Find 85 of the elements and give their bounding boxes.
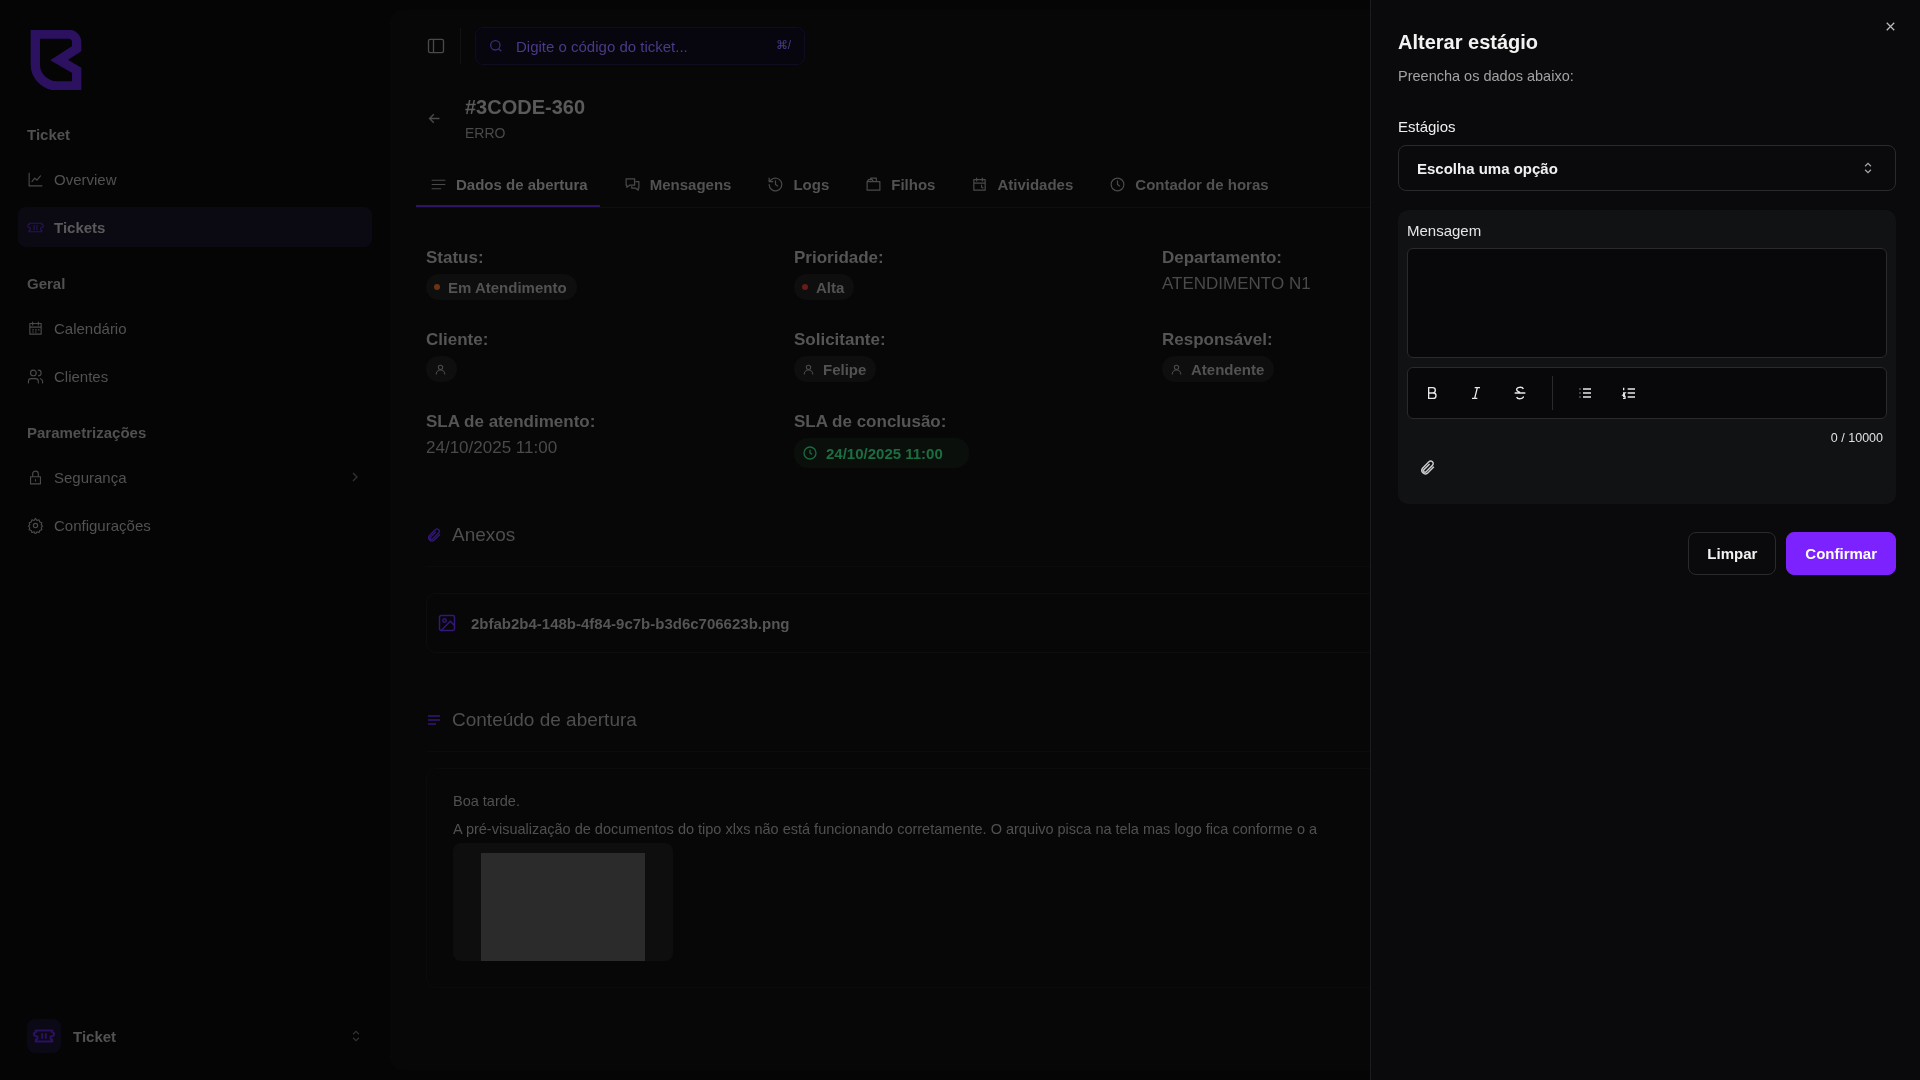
nav-item[interactable]: Tickets [18,207,372,247]
person-icon [802,362,815,376]
nav-label: Configurações [54,516,151,534]
sheet-title: Alterar estágio [1398,31,1540,54]
chart-line-icon [27,170,44,188]
tab-label: Mensagens [649,175,732,193]
nav-item[interactable]: Clientes [18,356,372,396]
ticket-icon [27,1019,61,1053]
field-label: Departamento: [1162,248,1283,268]
ticket-type: ERRO [465,125,507,141]
shortcut-hint: ⌘/ [775,38,791,52]
search-icon [488,38,504,54]
nav-label: Tickets [54,218,106,236]
character-counter: 0 / 10000 [1829,431,1884,445]
field-value: ATENDIMENTO N1 [1162,274,1312,294]
tab[interactable]: Contador de horas [1095,163,1281,207]
stage-select[interactable]: Escolha uma opção [1398,145,1896,191]
message-field[interactable] [1407,248,1887,358]
field-label: SLA de conclusão: [794,412,948,432]
chat-bubbles-icon [623,175,641,193]
field-label: Status: [426,248,485,268]
field-label: Prioridade: [794,248,885,268]
strikethrough-icon[interactable] [1512,385,1528,401]
field-label: Mensagem [1407,222,1483,239]
workspace-switcher[interactable]: Ticket [18,1016,372,1056]
section-title: Parametrizações [26,424,148,441]
deadline-badge: 24/10/2025 11:00 [794,438,969,468]
screenshot-thumbnail[interactable] [453,843,673,961]
person-chip: Felipe [794,356,877,382]
lock-icon [27,468,44,486]
nav-label: Calendário [54,319,127,337]
sidebar-toggle-icon[interactable] [426,36,446,56]
folder-icon [865,175,883,193]
tab-label: Dados de abertura [456,175,588,193]
status-badge: Alta [794,274,855,300]
history-icon [767,175,785,193]
nav-label: Segurança [54,468,127,486]
nav-item[interactable]: Configurações [18,505,372,545]
nav-item[interactable]: Calendário [18,308,372,348]
tab[interactable]: Mensagens [609,163,744,207]
clear-button[interactable]: Limpar [1688,532,1777,575]
gear-icon [27,516,44,534]
paragraph: Boa tarde. [453,793,521,809]
nav-item[interactable]: Segurança [18,457,372,497]
image-icon [437,613,457,633]
section-title: Ticket [26,126,72,143]
status-badge: Em Atendimento [426,274,577,300]
clock-icon [802,445,818,461]
person-icon [1170,362,1183,376]
person-icon [434,362,447,376]
field-label: SLA de atendimento: [426,412,597,432]
tab[interactable]: Atividades [957,163,1086,207]
logo-icon [30,30,82,90]
ticket-code: #3CODE-360 [465,96,586,119]
nav-item[interactable]: Overview [18,159,372,199]
numbered-list-icon[interactable] [1621,385,1637,401]
lines-icon [426,712,442,728]
section-heading: Conteúdo de abertura [452,709,637,731]
tab[interactable]: Filhos [851,163,948,207]
tab-label: Logs [793,175,830,193]
nav-label: Clientes [54,367,109,385]
field-label: Cliente: [426,330,490,350]
tab-label: Contador de horas [1135,175,1269,193]
tab-label: Atividades [997,175,1074,193]
users-icon [27,367,44,385]
confirm-button[interactable]: Confirmar [1786,532,1896,575]
calendar-icon [27,319,44,337]
attachment-item[interactable]: 2bfab2b4-148b-4f84-9c7b-b3d6c706623b.png [426,593,1370,653]
person-chip: Atendente [1162,356,1275,382]
field-label: Solicitante: [794,330,887,350]
paperclip-icon[interactable] [1419,459,1436,476]
field-label: Responsável: [1162,330,1274,350]
tab[interactable]: Logs [753,163,842,207]
clock-icon [1109,175,1127,193]
tab[interactable]: Dados de abertura [416,163,600,207]
paperclip-icon [426,527,442,543]
field-label: Estágios [1398,118,1457,135]
section-title: Geral [26,275,67,292]
sheet-subtitle: Preencha os dados abaixo: [1398,68,1575,84]
field-value: 24/10/2025 11:00 [426,438,559,458]
paragraph: A pré-visualização de documentos do tipo xlxs não está funcionando corretamente. O arquivo pisca na tela mas logo fica conforme o a [453,821,1319,837]
section-heading: Anexos [452,524,516,546]
tab-label: Filhos [891,175,936,193]
calendar-clock-icon [971,175,989,193]
nav-label: Overview [54,170,117,188]
